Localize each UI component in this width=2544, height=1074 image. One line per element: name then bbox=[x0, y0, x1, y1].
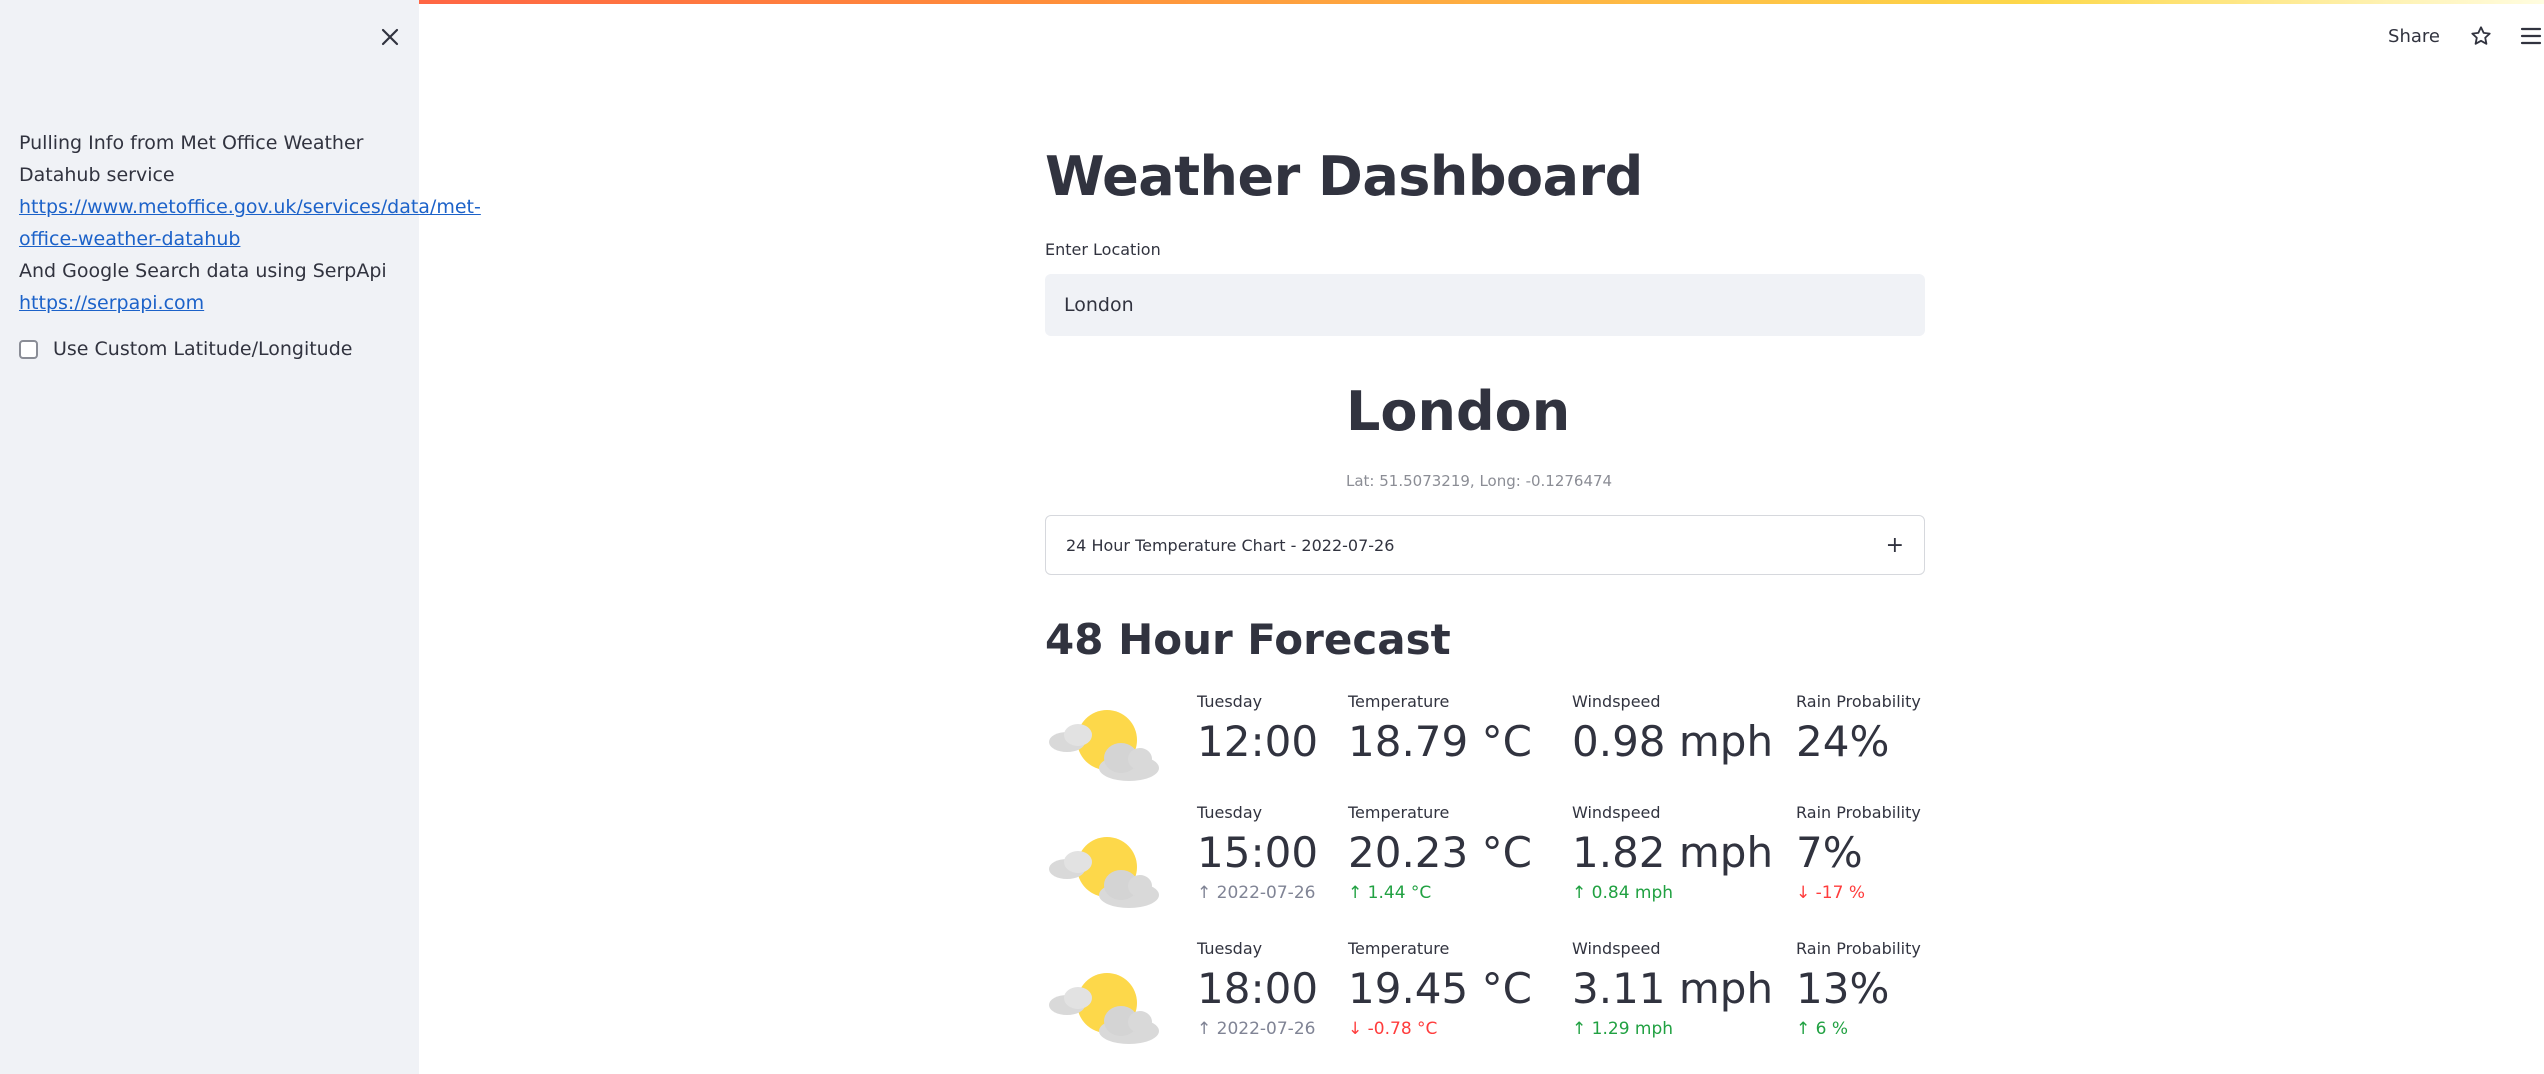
met-office-link[interactable]: https://www.metoffice.gov.uk/services/da… bbox=[19, 191, 481, 255]
day-label: Tuesday bbox=[1197, 692, 1263, 711]
windspeed-metric: Windspeed 0.98 mph bbox=[1572, 692, 1773, 766]
arrow-up-icon: ↑ bbox=[1572, 1019, 1587, 1039]
temperature-value: 18.79 °C bbox=[1348, 717, 1532, 766]
rain-probability-value: 7% bbox=[1796, 828, 1863, 877]
temperature-delta: ↑ 1.44 °C bbox=[1348, 883, 1432, 903]
arrow-up-icon: ↑ bbox=[1796, 1019, 1811, 1039]
temperature-label: Temperature bbox=[1348, 692, 1450, 711]
temperature-chart-expander[interactable]: 24 Hour Temperature Chart - 2022-07-26 + bbox=[1045, 515, 1925, 575]
arrow-up-icon: ↑ bbox=[1348, 883, 1363, 903]
rain-probability-label: Rain Probability bbox=[1796, 939, 1921, 958]
location-input[interactable] bbox=[1045, 274, 1925, 336]
rain-probability-value: 13% bbox=[1796, 964, 1890, 1013]
expander-label: 24 Hour Temperature Chart - 2022-07-26 bbox=[1066, 535, 1395, 555]
arrow-up-icon: ↑ bbox=[1197, 1019, 1212, 1039]
rain-probability-metric: Rain Probability 7% ↓ -17 % bbox=[1796, 803, 1921, 903]
page-title: Weather Dashboard bbox=[1045, 145, 1643, 208]
rain-probability-metric: Rain Probability 24% bbox=[1796, 692, 1921, 766]
windspeed-delta: ↑ 0.84 mph bbox=[1572, 883, 1674, 903]
plus-icon: + bbox=[1885, 532, 1904, 558]
temperature-label: Temperature bbox=[1348, 939, 1450, 958]
share-button[interactable]: Share bbox=[2388, 26, 2440, 47]
forecast-row: Tuesday 15:00 ↑ 2022-07-26 Temperature 2… bbox=[1045, 803, 1925, 933]
sidebar-info: Pulling Info from Met Office Weather Dat… bbox=[19, 127, 481, 319]
sidebar: Pulling Info from Met Office Weather Dat… bbox=[0, 0, 481, 1074]
location-label: Enter Location bbox=[1045, 240, 1161, 259]
rain-probability-delta: ↓ -17 % bbox=[1796, 883, 1865, 903]
time-value: 12:00 bbox=[1197, 717, 1319, 766]
temperature-metric: Temperature 18.79 °C bbox=[1348, 692, 1532, 766]
arrow-down-icon: ↓ bbox=[1348, 1019, 1363, 1039]
city-heading: London bbox=[1346, 380, 1571, 443]
lat-long-caption: Lat: 51.5073219, Long: -0.1276474 bbox=[1346, 472, 1613, 490]
custom-latlong-checkbox[interactable]: Use Custom Latitude/Longitude bbox=[19, 338, 352, 360]
windspeed-value: 0.98 mph bbox=[1572, 717, 1774, 766]
time-value: 18:00 bbox=[1197, 964, 1319, 1013]
temperature-value: 20.23 °C bbox=[1348, 828, 1532, 877]
rain-probability-value: 24% bbox=[1796, 717, 1890, 766]
forecast-heading: 48 Hour Forecast bbox=[1045, 615, 1451, 664]
sidebar-info-text-2: And Google Search data using SerpApi bbox=[19, 260, 387, 282]
sidebar-info-text-1: Pulling Info from Met Office Weather Dat… bbox=[19, 132, 364, 186]
time-metric: Tuesday 18:00 ↑ 2022-07-26 bbox=[1197, 939, 1318, 1039]
time-metric: Tuesday 12:00 bbox=[1197, 692, 1318, 766]
checkbox-label: Use Custom Latitude/Longitude bbox=[53, 338, 353, 360]
arrow-up-icon: ↑ bbox=[1572, 883, 1587, 903]
temperature-metric: Temperature 19.45 °C ↓ -0.78 °C bbox=[1348, 939, 1532, 1039]
temperature-metric: Temperature 20.23 °C ↑ 1.44 °C bbox=[1348, 803, 1532, 903]
rain-probability-label: Rain Probability bbox=[1796, 692, 1921, 711]
forecast-row: Tuesday 18:00 ↑ 2022-07-26 Temperature 1… bbox=[1045, 939, 1925, 1069]
windspeed-label: Windspeed bbox=[1572, 692, 1661, 711]
temperature-value: 19.45 °C bbox=[1348, 964, 1532, 1013]
rain-probability-metric: Rain Probability 13% ↑ 6 % bbox=[1796, 939, 1921, 1039]
windspeed-label: Windspeed bbox=[1572, 803, 1661, 822]
time-value: 15:00 bbox=[1197, 828, 1319, 877]
temperature-delta: ↓ -0.78 °C bbox=[1348, 1019, 1438, 1039]
close-sidebar-button[interactable] bbox=[375, 22, 405, 52]
hamburger-menu-icon bbox=[2520, 27, 2542, 45]
windspeed-metric: Windspeed 1.82 mph ↑ 0.84 mph bbox=[1572, 803, 1773, 903]
time-delta: ↑ 2022-07-26 bbox=[1197, 1019, 1316, 1039]
windspeed-label: Windspeed bbox=[1572, 939, 1661, 958]
main-menu-button[interactable] bbox=[2520, 26, 2544, 46]
sun-cloud-icon bbox=[1049, 710, 1159, 781]
temperature-label: Temperature bbox=[1348, 803, 1450, 822]
sun-cloud-icon bbox=[1049, 973, 1159, 1044]
arrow-up-icon: ↑ bbox=[1197, 883, 1212, 903]
time-delta: ↑ 2022-07-26 bbox=[1197, 883, 1316, 903]
windspeed-delta: ↑ 1.29 mph bbox=[1572, 1019, 1674, 1039]
rain-probability-label: Rain Probability bbox=[1796, 803, 1921, 822]
star-icon bbox=[2471, 26, 2491, 45]
windspeed-value: 1.82 mph bbox=[1572, 828, 1774, 877]
day-label: Tuesday bbox=[1197, 939, 1263, 958]
header-actions: Share bbox=[2388, 20, 2544, 52]
checkbox-box[interactable] bbox=[19, 339, 38, 359]
sun-cloud-icon bbox=[1049, 837, 1159, 908]
close-icon bbox=[381, 28, 399, 46]
time-metric: Tuesday 15:00 ↑ 2022-07-26 bbox=[1197, 803, 1318, 903]
windspeed-metric: Windspeed 3.11 mph ↑ 1.29 mph bbox=[1572, 939, 1773, 1039]
star-button[interactable] bbox=[2470, 25, 2492, 47]
day-label: Tuesday bbox=[1197, 803, 1263, 822]
windspeed-value: 3.11 mph bbox=[1572, 964, 1774, 1013]
arrow-down-icon: ↓ bbox=[1796, 883, 1811, 903]
rain-probability-delta: ↑ 6 % bbox=[1796, 1019, 1849, 1039]
serpapi-link[interactable]: https://serpapi.com bbox=[19, 287, 399, 319]
